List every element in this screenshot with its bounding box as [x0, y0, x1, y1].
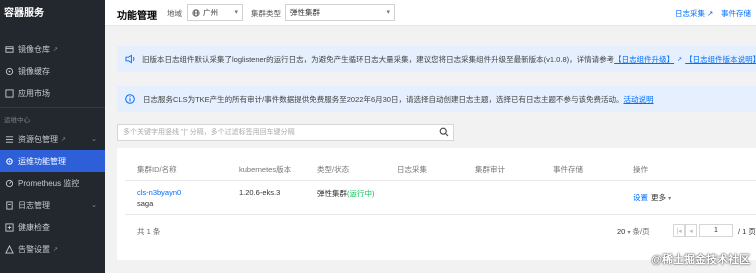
cluster-type-select[interactable]: 弹性集群 ▾: [285, 4, 395, 21]
region-value: 广州: [203, 8, 218, 17]
box-icon: [4, 44, 14, 54]
cluster-type-status: 弹性集群(运行中): [317, 188, 375, 199]
column-header: 日志采集: [397, 165, 427, 174]
more-label: 更多: [651, 193, 666, 202]
cluster-type: 弹性集群: [317, 189, 347, 198]
column-header: kubernetes版本: [239, 165, 292, 174]
chevron-down-icon: ▾: [668, 196, 672, 202]
chevron-down-icon: ▾: [627, 230, 631, 236]
table-divider: [125, 214, 756, 215]
search-placeholder: 多个关键字用竖线 "|" 分隔，多个过滤标签用回车键分隔: [123, 129, 295, 136]
prev-page-button[interactable]: ◂: [685, 224, 697, 237]
page-size-select[interactable]: 20 ▾ 条/页: [617, 226, 650, 237]
sidebar-item-alert-settings[interactable]: 告警设置 ↗: [0, 238, 105, 260]
column-header: 事件存储: [553, 165, 583, 174]
cluster-id-link[interactable]: cls-n3byayn0: [137, 188, 181, 197]
main-content: 功能管理 地域 广州 ▾ 集群类型 弹性集群 ▾ 日志采集 ↗ 事件存储 旧版本…: [105, 0, 756, 273]
sidebar-item-resource-packages[interactable]: 资源包管理 ↗ ⌄: [0, 128, 105, 150]
cache-icon: [4, 66, 14, 76]
speaker-icon: [125, 54, 136, 64]
cluster-type-value: 弹性集群: [290, 8, 320, 17]
sidebar-item-label: 告警设置: [18, 244, 50, 254]
page-number-input[interactable]: 1: [699, 224, 733, 237]
external-link-icon: ↗: [53, 246, 59, 253]
sidebar-item-label: 日志管理: [18, 200, 50, 210]
notice-cls-free: 日志服务CLS为TKE产生的所有审计/事件数据提供免费服务至2022年6月30日…: [117, 86, 756, 112]
monitor-icon: [4, 178, 14, 188]
sidebar-item-label: 镜像缓存: [18, 66, 50, 76]
sidebar-item-app-market[interactable]: 应用市场: [0, 82, 105, 104]
status-badge: (运行中): [347, 189, 375, 198]
sidebar-item-label: 资源包管理: [18, 134, 58, 144]
notice-text: 旧版本日志组件默认采集了loglistener的运行日志，为避免产生循环日志大量…: [142, 54, 615, 64]
settings-icon: [4, 156, 14, 166]
sidebar: 容器服务 镜像仓库 ↗ 镜像缓存 应用市场 运维中心 资源包管理 ↗ ⌄ 运维功…: [0, 0, 105, 273]
sidebar-item-prometheus[interactable]: Prometheus 监控: [0, 172, 105, 194]
more-actions-dropdown[interactable]: 更多 ▾: [651, 192, 671, 203]
first-page-button[interactable]: |◂: [673, 224, 685, 237]
notice-log-component: 旧版本日志组件默认采集了loglistener的运行日志，为避免产生循环日志大量…: [117, 46, 756, 72]
table-divider: [125, 180, 756, 181]
chevron-down-icon: ⌄: [91, 202, 97, 209]
sidebar-section-label: 运维中心: [4, 117, 30, 124]
sidebar-title: 容器服务: [4, 8, 44, 19]
health-icon: [4, 222, 14, 232]
cluster-name: saga: [137, 199, 154, 208]
notice-text: 日志服务CLS为TKE产生的所有审计/事件数据提供免费服务至2022年6月30日…: [143, 94, 624, 104]
chevron-down-icon: ▾: [234, 9, 238, 16]
info-icon: [125, 94, 137, 104]
sidebar-item-label: Prometheus 监控: [18, 178, 80, 188]
search-icon[interactable]: [439, 127, 449, 143]
sidebar-item-image-cache[interactable]: 镜像缓存: [0, 60, 105, 82]
globe-icon: [192, 8, 200, 17]
sidebar-item-label: 应用市场: [18, 88, 50, 98]
sidebar-item-image-registry[interactable]: 镜像仓库 ↗: [0, 38, 105, 60]
page-size-value: 20: [617, 227, 626, 236]
log-collection-link[interactable]: 日志采集 ↗: [675, 8, 713, 19]
sidebar-item-label: 镜像仓库: [18, 44, 50, 54]
watermark: @稀土掘金技术社区: [651, 254, 750, 266]
search-input[interactable]: 多个关键字用竖线 "|" 分隔，多个过滤标签用回车键分隔: [117, 124, 454, 141]
chevron-down-icon: ⌄: [91, 136, 97, 143]
market-icon: [4, 88, 14, 98]
external-link-icon: ↗: [677, 56, 683, 63]
k8s-version: 1.20.6-eks.3: [239, 188, 281, 197]
log-icon: [4, 200, 14, 210]
sidebar-item-health-check[interactable]: 健康检查: [0, 216, 105, 238]
external-link-icon: ↗: [61, 136, 67, 143]
region-label: 地域: [167, 9, 182, 18]
page-title: 功能管理: [117, 11, 157, 22]
cluster-table: 集群ID/名称 kubernetes版本 类型/状态 日志采集 集群审计 事件存…: [117, 148, 756, 260]
sidebar-divider: [0, 107, 105, 108]
page-total: / 1 页: [738, 227, 756, 236]
alert-icon: [4, 244, 14, 254]
region-select[interactable]: 广州 ▾: [187, 4, 243, 21]
event-storage-link[interactable]: 事件存储: [721, 8, 751, 19]
cluster-type-label: 集群类型: [251, 9, 281, 18]
column-header: 操作: [633, 165, 648, 174]
sidebar-item-ops-features[interactable]: 运维功能管理: [0, 150, 105, 172]
external-link-icon: ↗: [53, 46, 59, 53]
total-count: 共 1 条: [137, 227, 161, 236]
upgrade-link[interactable]: 【日志组件升级】: [614, 54, 674, 65]
top-bar: 功能管理 地域 广州 ▾ 集群类型 弹性集群 ▾ 日志采集 ↗ 事件存储: [105, 0, 756, 26]
column-header: 集群审计: [475, 165, 505, 174]
version-notes-link[interactable]: 【日志组件版本说明】: [685, 54, 756, 65]
settings-action-link[interactable]: 设置: [633, 192, 648, 203]
sidebar-item-label: 运维功能管理: [18, 156, 66, 166]
activity-link[interactable]: 活动说明: [623, 94, 653, 105]
chevron-down-icon: ▾: [386, 9, 390, 16]
column-header: 类型/状态: [317, 165, 350, 174]
page-size-suffix: 条/页: [632, 227, 650, 236]
column-header: 集群ID/名称: [137, 165, 177, 174]
list-icon: [4, 134, 14, 144]
sidebar-item-label: 健康检查: [18, 222, 50, 232]
sidebar-item-log-management[interactable]: 日志管理 ⌄: [0, 194, 105, 216]
